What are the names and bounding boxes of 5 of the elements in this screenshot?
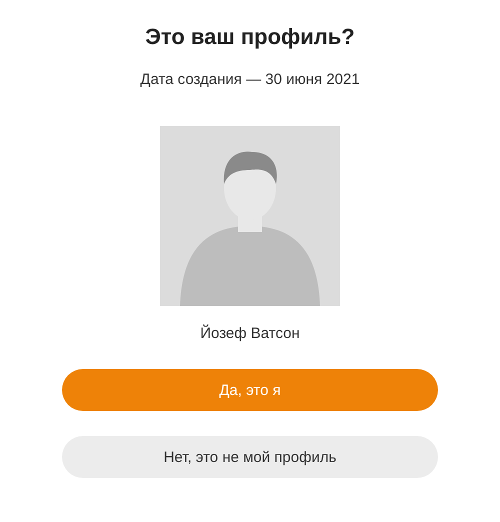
avatar-placeholder-icon: [160, 126, 340, 306]
dialog-title: Это ваш профиль?: [145, 23, 355, 51]
decline-button[interactable]: Нет, это не мой профиль: [62, 436, 438, 478]
profile-name: Йозеф Ватсон: [200, 324, 300, 344]
creation-date: Дата создания — 30 июня 2021: [140, 70, 360, 90]
